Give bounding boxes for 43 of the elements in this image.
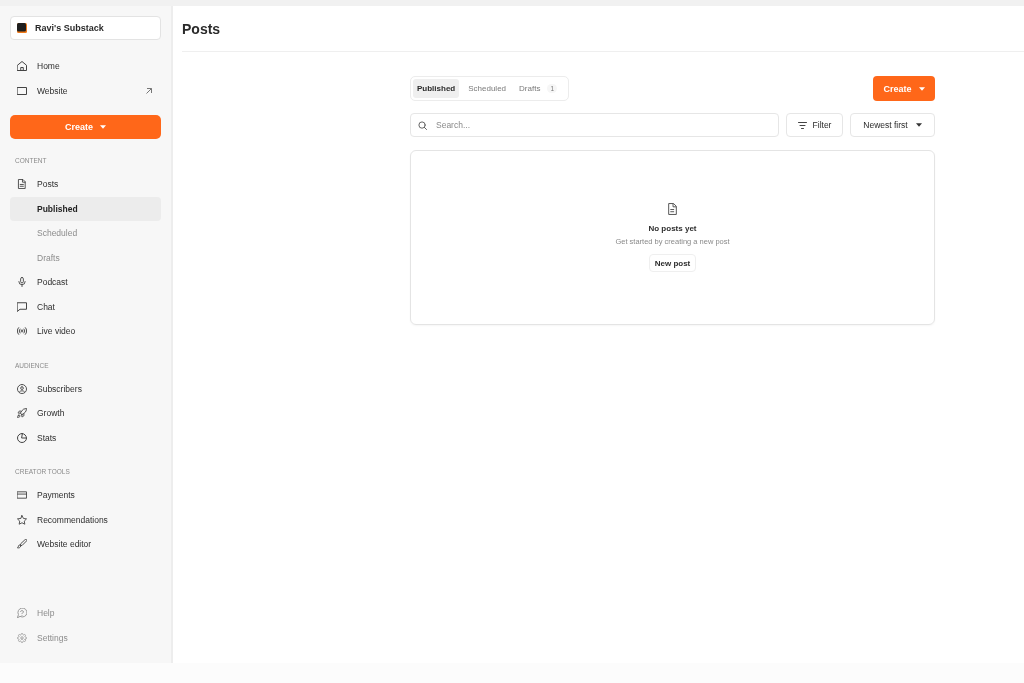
document-icon [17, 179, 27, 190]
tab[interactable]: Published [413, 79, 460, 98]
sidebar-item[interactable]: Chat [10, 294, 161, 319]
search-field[interactable]: Search... [410, 113, 779, 137]
pie-chart-icon [17, 432, 27, 443]
chat-bubble-icon [17, 301, 27, 312]
star-icon [17, 514, 27, 525]
document-icon [668, 203, 677, 215]
new-post-button[interactable]: New post [648, 254, 697, 272]
filter-icon [797, 121, 807, 129]
page-title: Posts [182, 20, 221, 37]
publication-switcher[interactable]: Ravi's Substack [10, 16, 161, 40]
sidebar-item[interactable]: Payments [10, 483, 161, 508]
user-circle-icon [17, 383, 27, 394]
sidebar-item[interactable]: Posts [10, 172, 161, 197]
help-bubble-icon [17, 608, 27, 619]
logo-icon [17, 23, 27, 33]
sidebar-item[interactable]: Live video [10, 319, 161, 344]
sidebar-item[interactable]: Podcast [10, 270, 161, 295]
sidebar-item[interactable]: Recommendations [10, 507, 161, 532]
brush-icon [17, 539, 27, 550]
sidebar-item[interactable]: Home [10, 54, 161, 79]
sidebar-item[interactable]: Website [10, 78, 161, 103]
rocket-icon [17, 408, 27, 419]
caret-icon [100, 125, 106, 129]
microphone-icon [17, 277, 27, 288]
sort-dropdown[interactable]: Newest first [850, 113, 935, 137]
monitor-icon [17, 85, 27, 96]
filter-button[interactable]: Filter [786, 113, 843, 137]
search-icon [418, 120, 427, 130]
home-icon [17, 61, 27, 72]
sidebar-item[interactable]: Growth [10, 401, 161, 426]
credit-card-icon [17, 490, 27, 501]
sidebar-item[interactable]: Subscribers [10, 376, 161, 401]
sidebar-item[interactable]: Stats [10, 425, 161, 450]
tab[interactable]: Scheduled [464, 79, 511, 98]
sidebar-subitem[interactable]: Published [10, 196, 161, 221]
broadcast-icon [17, 326, 27, 337]
caret-icon [915, 123, 922, 127]
sidebar-item[interactable]: Website editor [10, 532, 161, 557]
settings-icon [17, 632, 27, 643]
caret-icon [918, 86, 925, 91]
empty-state-title: No posts yet [648, 224, 697, 233]
